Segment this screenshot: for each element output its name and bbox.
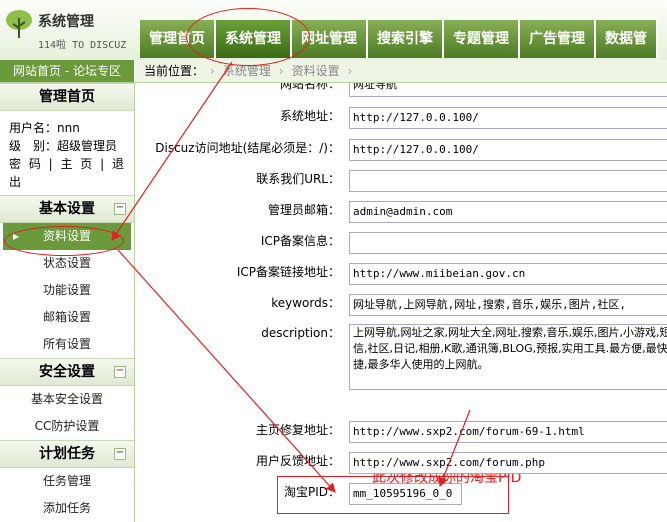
arrow-sidebar-to-pid — [117, 249, 336, 493]
annotation-arrows — [111, 61, 471, 493]
arrow-note-to-pid — [438, 409, 471, 488]
arrow-tab-to-sidebar — [111, 61, 233, 241]
